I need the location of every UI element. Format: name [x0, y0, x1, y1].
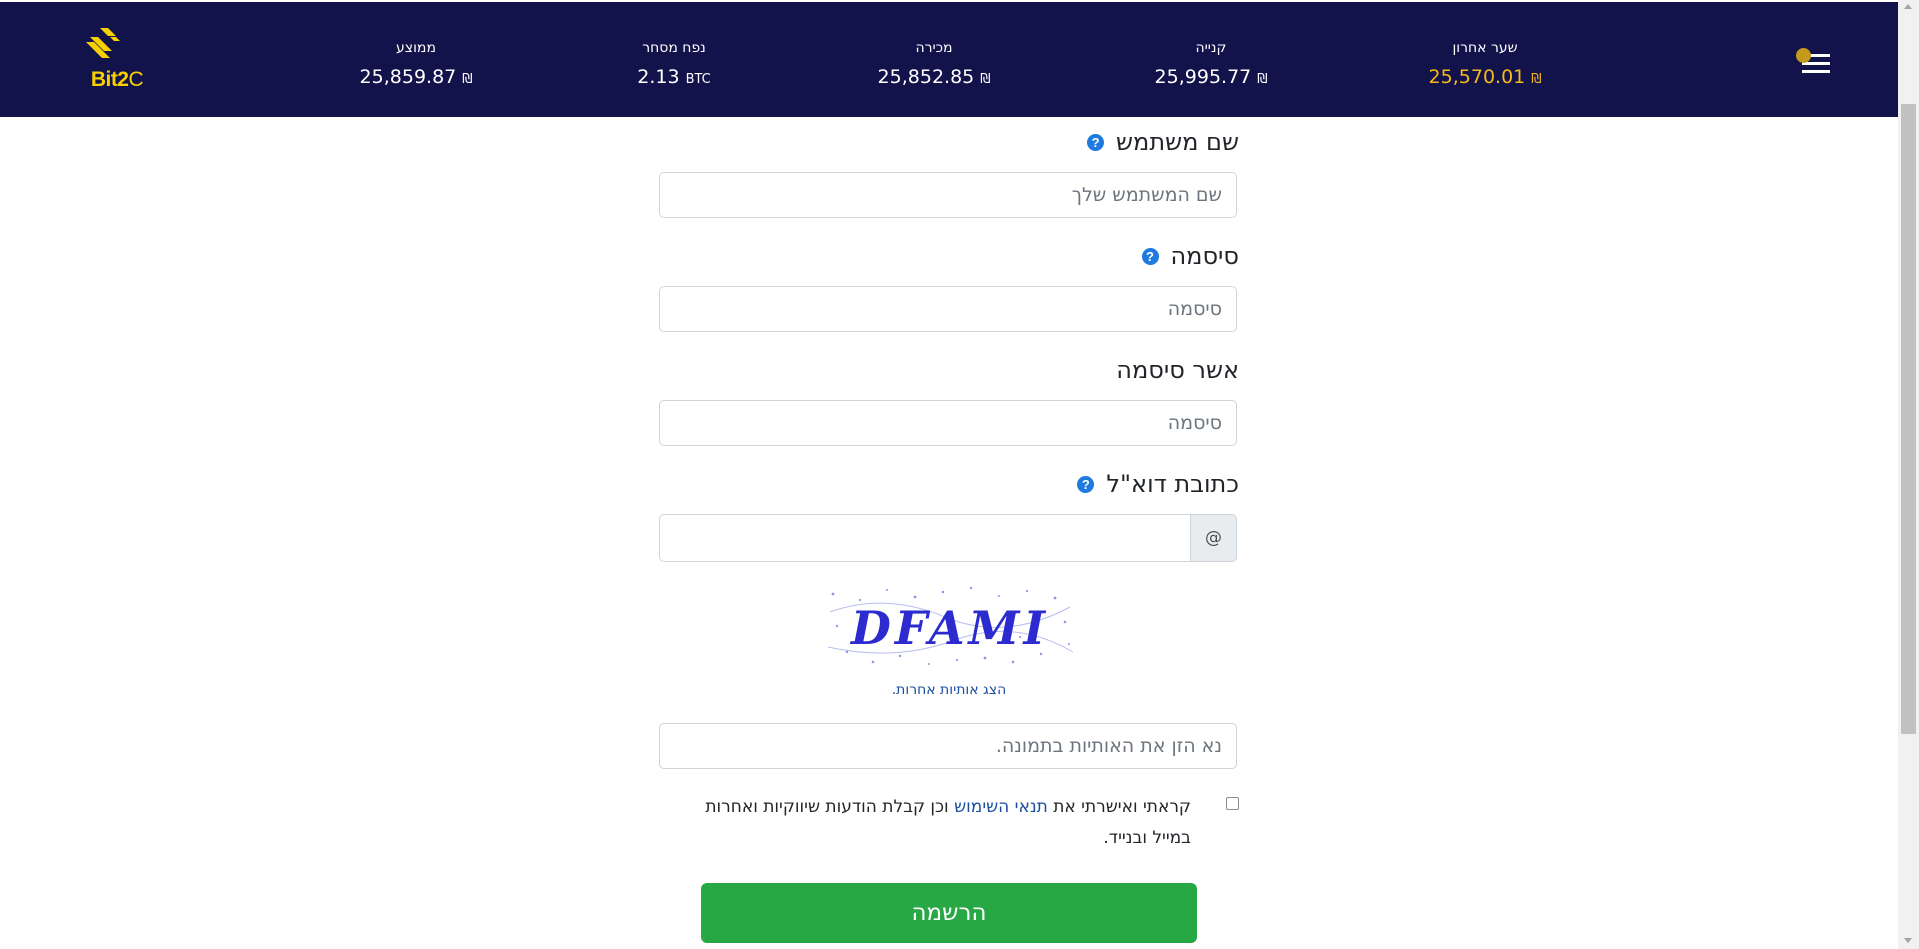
bit2c-logo[interactable]: Bit2C [82, 28, 152, 94]
ticker-label: קנייה [1195, 40, 1227, 56]
password-label-row: סיסמה ? [1141, 240, 1240, 272]
username-help-icon[interactable]: ? [1087, 133, 1105, 151]
ticker-value: 25,852.85 ₪ [877, 66, 991, 88]
page-scrollbar[interactable] [1898, 0, 1919, 949]
scroll-up-arrow-icon[interactable] [1904, 4, 1912, 9]
ticker-last-rate: שער אחרון 25,570.01 ₪ [1405, 39, 1565, 94]
ticker-label: ממוצע [396, 40, 436, 56]
ticker-average: ממוצע 25,859.87 ₪ [336, 39, 496, 94]
confirm-password-label: אשר סיסמה [1116, 356, 1239, 384]
confirm-password-input[interactable] [659, 400, 1237, 446]
top-bar: Bit2C שער אחרון 25,570.01 ₪ קנייה 25,995.… [0, 2, 1898, 117]
ticker-buy: קנייה 25,995.77 ₪ [1131, 39, 1291, 94]
password-label: סיסמה [1170, 242, 1240, 270]
ticker-value: 25,859.87 ₪ [359, 66, 473, 88]
ticker-value: 25,995.77 ₪ [1154, 66, 1268, 88]
notification-dot-icon [1796, 48, 1811, 63]
password-input[interactable] [659, 286, 1237, 332]
confirm-password-label-row: אשר סיסמה [1116, 354, 1239, 386]
password-help-icon[interactable]: ? [1141, 247, 1159, 265]
ticker-value: 25,570.01 ₪ [1428, 66, 1542, 88]
terms-of-use-link[interactable]: תנאי השימוש [954, 797, 1048, 817]
logo-stripes-icon [86, 28, 120, 58]
username-label: שם משתמש [1116, 128, 1239, 156]
captcha-input[interactable] [659, 723, 1237, 769]
captcha-image: DFAMI [825, 582, 1075, 669]
menu-bar-line [1802, 70, 1830, 73]
terms-checkbox[interactable] [1226, 797, 1239, 810]
email-input[interactable] [659, 514, 1191, 562]
email-help-icon[interactable]: ? [1077, 475, 1095, 493]
terms-agreement: קראתי ואישרתי את תנאי השימוש וכן קבלת הו… [659, 792, 1239, 852]
hamburger-menu-button[interactable] [1796, 46, 1830, 80]
ticker-label: שער אחרון [1452, 40, 1518, 56]
terms-text: קראתי ואישרתי את תנאי השימוש וכן קבלת הו… [705, 797, 1191, 848]
email-label-row: כתובת דוא"ל ? [1077, 468, 1239, 500]
ticker-volume: נפח מסחר 2.13 BTC [594, 39, 754, 94]
scrollbar-thumb[interactable] [1901, 104, 1916, 734]
scroll-down-arrow-icon[interactable] [1904, 938, 1912, 943]
ticker-sell: מכירה 25,852.85 ₪ [854, 39, 1014, 94]
ticker-value: 2.13 BTC [637, 66, 711, 88]
captcha-text: DFAMI [849, 601, 1049, 655]
email-label: כתובת דוא"ל [1106, 470, 1239, 498]
at-sign-addon: @ [1190, 514, 1237, 562]
captcha-refresh-link[interactable]: הצג אותיות אחרות. [659, 682, 1239, 698]
register-button[interactable]: הרשמה [701, 883, 1197, 943]
ticker-label: נפח מסחר [642, 40, 706, 56]
username-label-row: שם משתמש ? [1087, 126, 1239, 158]
logo-text: Bit2C [90, 68, 144, 91]
username-input[interactable] [659, 172, 1237, 218]
ticker-label: מכירה [915, 40, 953, 56]
email-input-group: @ [659, 514, 1237, 562]
